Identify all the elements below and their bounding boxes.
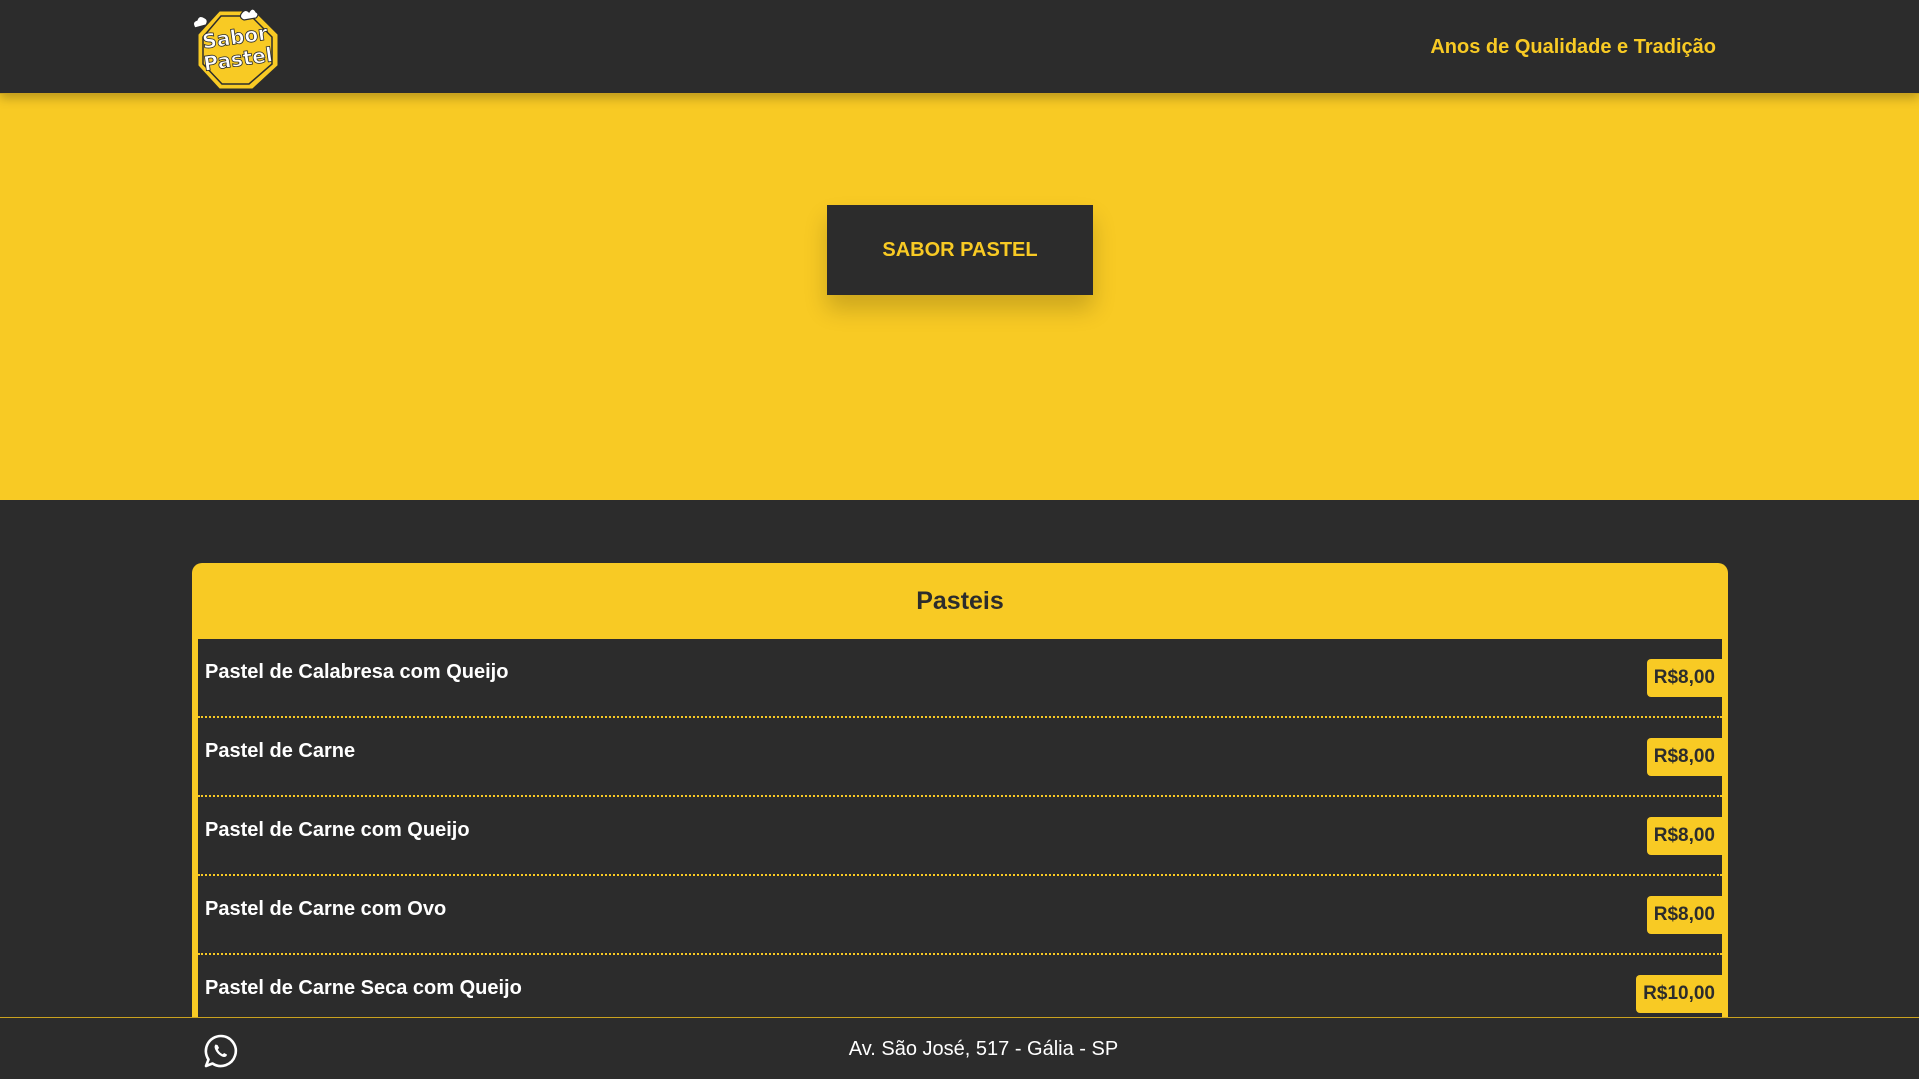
hero-banner: SABOR PASTEL (0, 94, 1919, 500)
item-price: R$10,00 (1636, 975, 1722, 1013)
sabor-pastel-logo[interactable]: Sabor Pastel (189, 4, 283, 92)
item-price: R$8,00 (1646, 738, 1722, 776)
site-footer: Av. São José, 517 - Gália - SP (0, 1017, 1919, 1079)
page: Sabor Pastel Anos de Qualidade e Tradiçã… (0, 0, 1919, 1079)
menu-item[interactable]: Pastel de Carne com Queijo R$8,00 (198, 797, 1722, 876)
menu-title: Pasteis (916, 586, 1004, 615)
site-header: Sabor Pastel Anos de Qualidade e Tradiçã… (0, 0, 1919, 94)
item-name: Pastel de Carne com Queijo (205, 819, 470, 841)
item-price: R$8,00 (1646, 817, 1722, 855)
item-name: Pastel de Calabresa com Queijo (205, 661, 509, 683)
sabor-pastel-button[interactable]: SABOR PASTEL (827, 205, 1093, 295)
menu-list: Pastel de Calabresa com Queijo R$8,00 Pa… (198, 639, 1722, 1079)
item-price: R$8,00 (1646, 659, 1722, 697)
item-price: R$8,00 (1646, 896, 1722, 934)
menu-item[interactable]: Pastel de Carne com Ovo R$8,00 (198, 876, 1722, 955)
footer-address: Av. São José, 517 - Gália - SP (848, 1037, 1119, 1060)
header-tagline: Anos de Qualidade e Tradição (1430, 36, 1716, 58)
menu-card: Pasteis Pastel de Calabresa com Queijo R… (192, 563, 1728, 1079)
menu-item[interactable]: Pastel de Calabresa com Queijo R$8,00 (198, 639, 1722, 718)
item-name: Pastel de Carne com Ovo (205, 898, 447, 920)
menu-item[interactable]: Pastel de Carne R$8,00 (198, 718, 1722, 797)
item-name: Pastel de Carne Seca com Queijo (205, 977, 522, 999)
item-name: Pastel de Carne (205, 740, 356, 762)
